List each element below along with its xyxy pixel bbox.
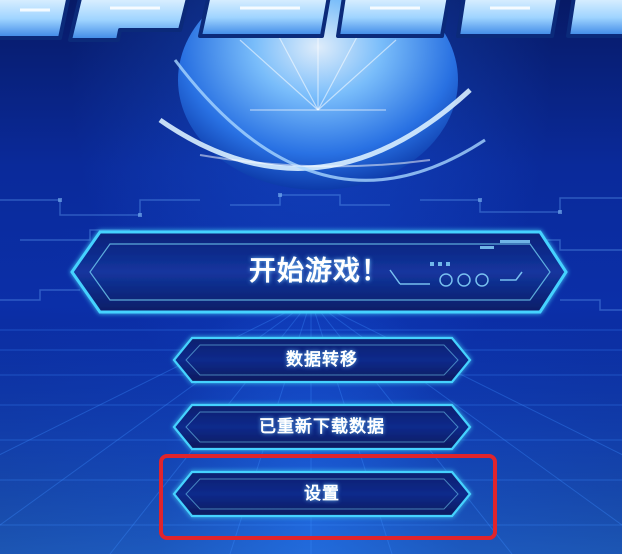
start-game-label: 开始游戏！ bbox=[249, 256, 389, 287]
start-game-button[interactable]: 开始游戏！ bbox=[72, 232, 566, 312]
redownload-data-label: 已重新下载数据 bbox=[259, 417, 385, 437]
redownload-data-button[interactable]: 已重新下载数据 bbox=[174, 405, 470, 449]
data-transfer-label: 数据转移 bbox=[286, 350, 358, 370]
title-screen: 开始游戏！ 数据转移 已重新下载数据 设置 bbox=[0, 0, 622, 554]
settings-button[interactable]: 设置 bbox=[174, 472, 470, 516]
data-transfer-button[interactable]: 数据转移 bbox=[174, 338, 470, 382]
settings-label: 设置 bbox=[304, 484, 340, 504]
